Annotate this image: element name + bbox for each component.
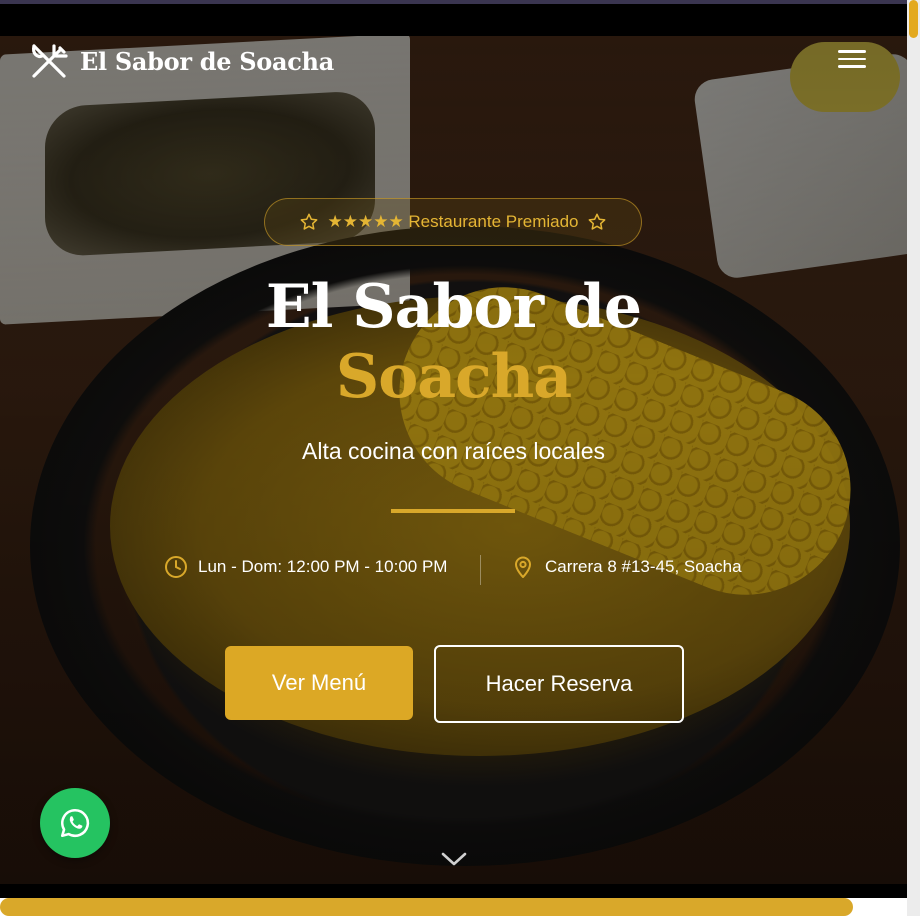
map-pin-icon bbox=[515, 556, 531, 578]
view-menu-button[interactable]: Ver Menú bbox=[225, 646, 413, 720]
navbar: El Sabor de Soacha bbox=[0, 36, 907, 92]
hamburger-menu-button[interactable] bbox=[838, 50, 866, 72]
scrollbar[interactable] bbox=[907, 0, 920, 916]
utensils-icon bbox=[32, 44, 68, 78]
star-outline-icon bbox=[301, 213, 318, 230]
clock-icon bbox=[165, 556, 187, 578]
hamburger-menu-icon bbox=[838, 50, 866, 53]
title-divider bbox=[391, 509, 515, 513]
whatsapp-button[interactable] bbox=[40, 788, 110, 858]
top-bar bbox=[0, 4, 907, 36]
hero-subtitle: Alta cocina con raíces locales bbox=[302, 438, 605, 464]
opening-hours: Lun - Dom: 12:00 PM - 10:00 PM bbox=[164, 555, 447, 579]
scrollbar-thumb[interactable] bbox=[909, 0, 918, 38]
award-badge-text: ★★★★★ Restaurante Premiado bbox=[327, 212, 579, 231]
whatsapp-icon bbox=[60, 808, 90, 838]
hero-title-line1: El Sabor de bbox=[265, 272, 642, 342]
hero-title: El Sabor de Soacha bbox=[0, 272, 907, 412]
info-separator bbox=[480, 555, 481, 585]
chevron-down-icon[interactable] bbox=[440, 850, 468, 868]
info-row: Lun - Dom: 12:00 PM - 10:00 PM Carrera 8… bbox=[0, 555, 907, 589]
award-badge: ★★★★★ Restaurante Premiado bbox=[264, 198, 642, 246]
brand-name: El Sabor de Soacha bbox=[80, 46, 334, 76]
bottom-bar bbox=[0, 884, 907, 898]
address: Carrera 8 #13-45, Soacha bbox=[511, 555, 742, 579]
opening-hours-text: Lun - Dom: 12:00 PM - 10:00 PM bbox=[198, 557, 448, 576]
hero-title-line2: Soacha bbox=[335, 342, 572, 412]
make-reservation-button[interactable]: Hacer Reserva bbox=[434, 645, 684, 723]
scroll-progress-bar bbox=[0, 898, 853, 916]
star-outline-icon bbox=[588, 213, 605, 230]
address-text: Carrera 8 #13-45, Soacha bbox=[545, 557, 742, 576]
brand-link[interactable]: El Sabor de Soacha bbox=[30, 42, 334, 80]
